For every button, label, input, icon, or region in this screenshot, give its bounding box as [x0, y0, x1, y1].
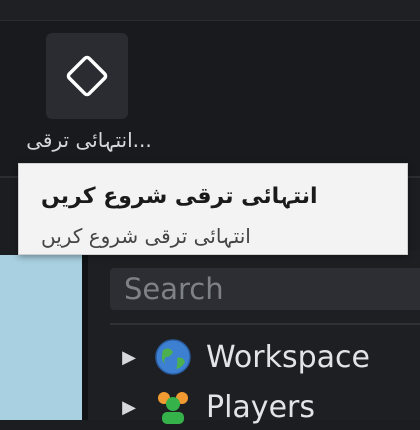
chevron-right-icon[interactable]: ▶: [120, 397, 138, 418]
explorer-search-input[interactable]: Search: [110, 268, 420, 310]
chevron-right-icon[interactable]: ▶: [120, 347, 138, 368]
extreme-progress-tool-button[interactable]: [46, 33, 128, 119]
tree-item-label: Players: [206, 389, 315, 425]
tooltip: انتہائی ترقی شروع کریں انتہائی ترقی شروع…: [18, 163, 408, 255]
tree-item-players[interactable]: ▶ Players: [110, 384, 315, 430]
top-strip: [0, 0, 420, 21]
tool-button-label: ...انتہائی ترقی: [26, 128, 152, 152]
tooltip-title: انتہائی ترقی شروع کریں: [41, 184, 318, 209]
players-icon: [154, 388, 192, 426]
game-viewport[interactable]: [0, 255, 82, 420]
tree-item-label: Workspace: [206, 339, 370, 375]
globe-icon: [154, 338, 192, 376]
diamond-icon: [66, 55, 108, 97]
tooltip-description: انتہائی ترقی شروع کریں: [41, 224, 251, 248]
explorer-separator: [110, 323, 420, 325]
tree-item-workspace[interactable]: ▶ Workspace: [110, 334, 370, 380]
